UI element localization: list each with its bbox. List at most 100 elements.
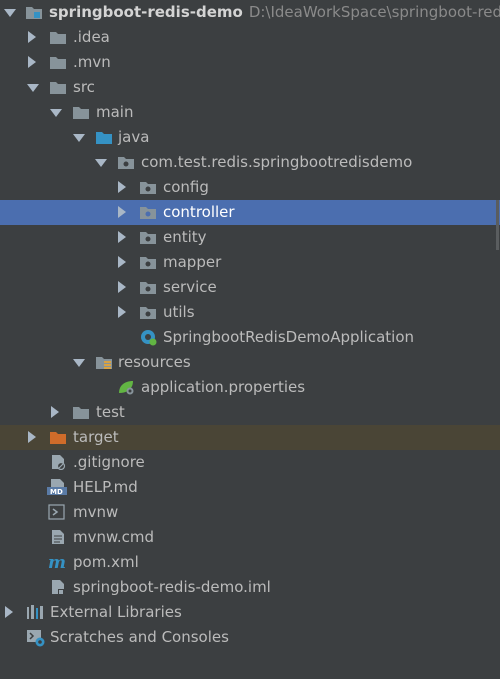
package-icon <box>139 229 157 245</box>
tree-item-label: Scratches and Consoles <box>50 628 229 646</box>
tree-item-label: resources <box>118 353 191 371</box>
tree-item-label: .idea <box>73 28 110 46</box>
chevron-down-icon[interactable] <box>4 9 16 17</box>
ignore-file-icon <box>49 454 67 470</box>
tree-item-gitignore[interactable]: .gitignore <box>0 450 500 475</box>
package-icon <box>139 254 157 270</box>
tree-item-java[interactable]: java <box>0 125 500 150</box>
tree-item-controller[interactable]: controller <box>0 200 500 225</box>
tree-item-label: src <box>73 78 95 96</box>
tree-item-label: SpringbootRedisDemoApplication <box>163 328 415 346</box>
project-name: springboot-redis-demo <box>49 3 243 21</box>
chevron-right-icon[interactable] <box>28 56 36 68</box>
library-icon <box>26 604 44 620</box>
module-file-icon <box>49 579 67 595</box>
tree-item-label: com.test.redis.springbootredisdemo <box>141 153 413 171</box>
chevron-right-icon[interactable] <box>51 406 59 418</box>
tree-item-label: controller <box>163 203 235 221</box>
scratches-icon <box>26 629 45 647</box>
tree-item-label: entity <box>163 228 207 246</box>
tree-item-main[interactable]: main <box>0 100 500 125</box>
tree-item-idea[interactable]: .idea <box>0 25 500 50</box>
tree-item-root[interactable]: springboot-redis-demo D:\IdeaWorkSpace\sp… <box>0 0 500 25</box>
folder-icon <box>49 79 67 95</box>
tree-item-label: target <box>73 428 119 446</box>
chevron-down-icon[interactable] <box>73 359 85 367</box>
tree-item-label: mvnw.cmd <box>73 528 155 546</box>
chevron-down-icon[interactable] <box>95 159 107 167</box>
module-folder-icon <box>25 4 43 20</box>
folder-icon <box>72 104 90 120</box>
tree-item-mvn[interactable]: .mvn <box>0 50 500 75</box>
package-icon <box>139 304 157 320</box>
package-icon <box>139 279 157 295</box>
chevron-right-icon[interactable] <box>118 281 126 293</box>
chevron-right-icon[interactable] <box>118 231 126 243</box>
tree-item-mapper[interactable]: mapper <box>0 250 500 275</box>
tree-item-label: mvnw <box>73 503 119 521</box>
tree-item-label: .gitignore <box>73 453 145 471</box>
chevron-right-icon[interactable] <box>118 181 126 193</box>
chevron-right-icon[interactable] <box>5 606 13 618</box>
tree-item-entity[interactable]: entity <box>0 225 500 250</box>
tree-item-label: application.properties <box>141 378 306 396</box>
folder-icon <box>72 404 90 420</box>
svg-text:MD: MD <box>50 488 63 495</box>
tree-item-label: java <box>118 128 150 146</box>
spring-properties-icon <box>117 379 135 395</box>
tree-item-label: pom.xml <box>73 553 139 571</box>
tree-item-label: utils <box>163 303 195 321</box>
tree-item-service[interactable]: service <box>0 275 500 300</box>
maven-icon: m <box>48 552 66 572</box>
shell-script-icon <box>48 504 66 520</box>
chevron-right-icon[interactable] <box>118 206 126 218</box>
tree-item-utils[interactable]: utils <box>0 300 500 325</box>
tree-item-external-libraries[interactable]: External Libraries <box>0 600 500 625</box>
tree-item-src[interactable]: src <box>0 75 500 100</box>
tree-item-config[interactable]: config <box>0 175 500 200</box>
tree-item-target[interactable]: target <box>0 425 500 450</box>
tree-item-label: service <box>163 278 217 296</box>
tree-item-help-md[interactable]: MD HELP.md <box>0 475 500 500</box>
chevron-right-icon[interactable] <box>118 256 126 268</box>
source-folder-icon <box>95 129 113 145</box>
tree-item-label: springboot-redis-demo D:\IdeaWorkSpace\sp… <box>49 0 500 25</box>
tree-item-mvnw-cmd[interactable]: mvnw.cmd <box>0 525 500 550</box>
tree-item-package[interactable]: com.test.redis.springbootredisdemo <box>0 150 500 175</box>
folder-icon <box>49 54 67 70</box>
tree-item-test[interactable]: test <box>0 400 500 425</box>
tree-item-scratches[interactable]: Scratches and Consoles <box>0 625 500 650</box>
text-file-icon <box>49 529 67 545</box>
tree-item-label: test <box>96 403 125 421</box>
chevron-down-icon[interactable] <box>50 109 62 117</box>
project-path: D:\IdeaWorkSpace\springboot-redis <box>248 3 500 21</box>
folder-icon <box>49 29 67 45</box>
spring-boot-class-icon <box>139 328 157 346</box>
tree-item-label: .mvn <box>73 53 111 71</box>
chevron-down-icon[interactable] <box>73 134 85 142</box>
resources-folder-icon <box>95 354 113 370</box>
tree-item-iml[interactable]: springboot-redis-demo.iml <box>0 575 500 600</box>
chevron-right-icon[interactable] <box>118 306 126 318</box>
chevron-down-icon[interactable] <box>27 84 39 92</box>
tree-item-application-class[interactable]: SpringbootRedisDemoApplication <box>0 325 500 350</box>
tree-item-resources[interactable]: resources <box>0 350 500 375</box>
markdown-file-icon: MD <box>46 479 68 495</box>
package-icon <box>139 204 157 220</box>
tree-item-label: External Libraries <box>50 603 182 621</box>
chevron-right-icon[interactable] <box>28 431 36 443</box>
project-tree: springboot-redis-demo D:\IdeaWorkSpace\sp… <box>0 0 500 650</box>
tree-item-label: HELP.md <box>73 478 138 496</box>
tree-item-mvnw[interactable]: mvnw <box>0 500 500 525</box>
vertical-scrollbar[interactable] <box>496 200 499 250</box>
tree-item-pom-xml[interactable]: m pom.xml <box>0 550 500 575</box>
package-icon <box>139 179 157 195</box>
svg-text:m: m <box>48 553 66 572</box>
tree-item-application-properties[interactable]: application.properties <box>0 375 500 400</box>
package-icon <box>117 154 135 170</box>
excluded-folder-icon <box>49 429 67 445</box>
tree-item-label: config <box>163 178 209 196</box>
tree-item-label: springboot-redis-demo.iml <box>73 578 271 596</box>
tree-item-label: main <box>96 103 134 121</box>
chevron-right-icon[interactable] <box>28 31 36 43</box>
